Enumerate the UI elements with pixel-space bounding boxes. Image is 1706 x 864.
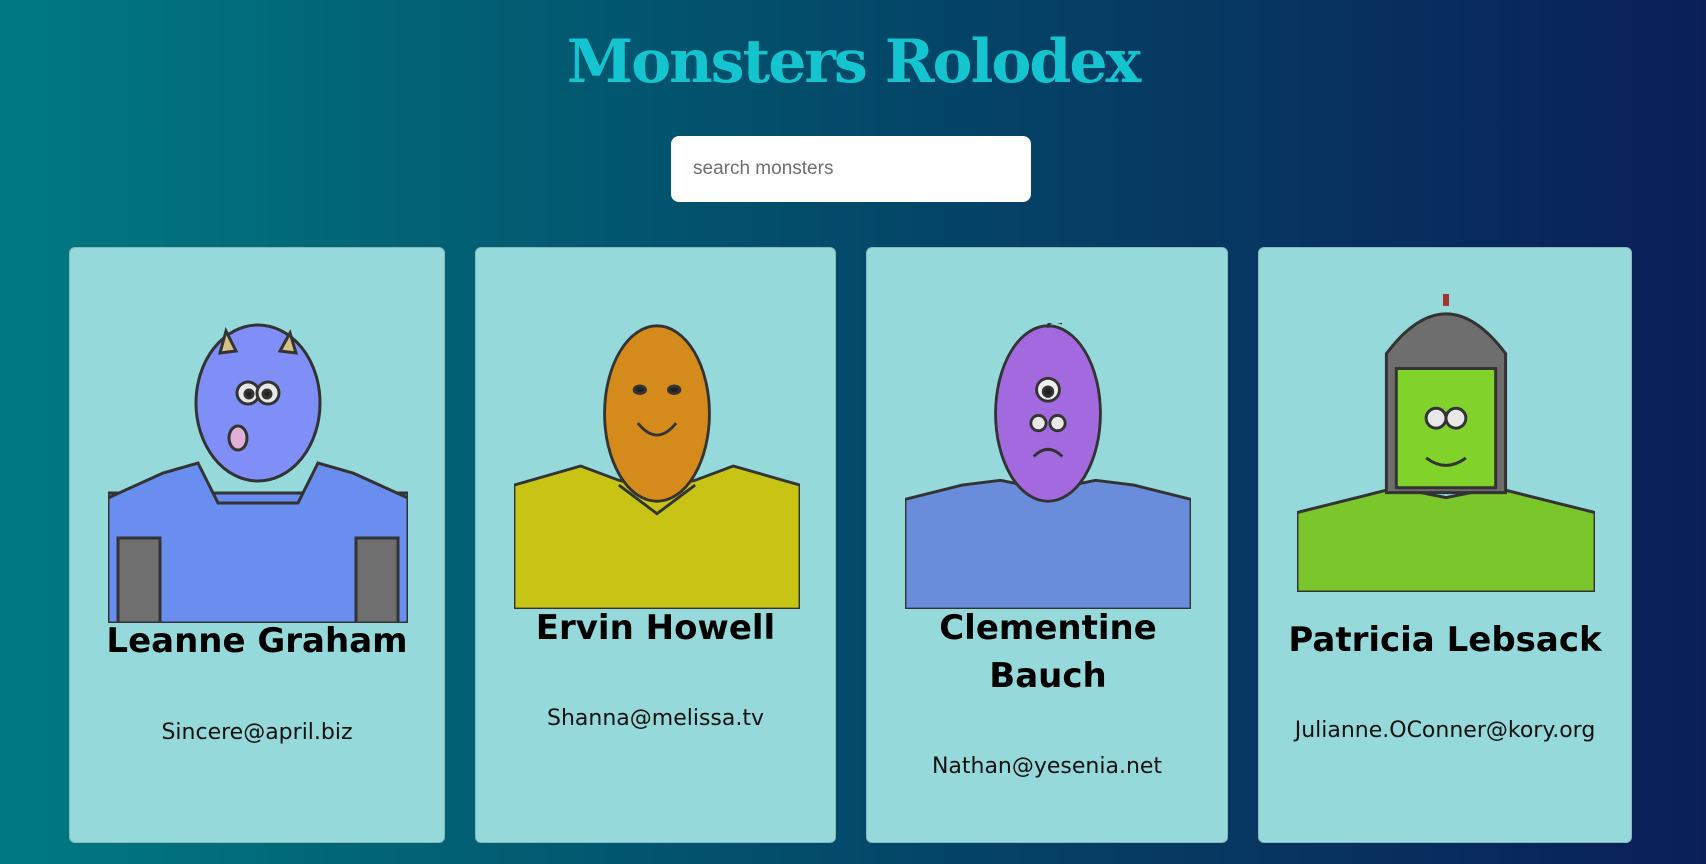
page-title: Monsters Rolodex <box>566 27 1142 97</box>
monster-email: Sincere@april.biz <box>161 720 353 745</box>
monster-card[interactable]: Patricia Lebsack Julianne.OConner@kory.o… <box>1258 247 1632 843</box>
search-input[interactable] <box>671 136 1031 202</box>
monster-avatar <box>1297 294 1595 592</box>
monster-name: Leanne Graham <box>106 621 408 661</box>
monster-avatar <box>905 323 1191 609</box>
monster-card[interactable]: Ervin Howell Shanna@melissa.tv <box>475 247 836 843</box>
monster-name: Patricia Lebsack <box>1288 620 1602 660</box>
monster-avatar <box>514 324 800 609</box>
monster-card[interactable]: Leanne Graham Sincere@april.biz <box>69 247 445 843</box>
monster-email: Julianne.OConner@kory.org <box>1294 718 1596 743</box>
monster-email: Shanna@melissa.tv <box>547 706 764 731</box>
monster-avatar <box>108 323 408 623</box>
monster-name: Clementine Bauch <box>939 608 1157 696</box>
monster-email: Nathan@yesenia.net <box>931 754 1163 779</box>
monster-name: Ervin Howell <box>535 608 776 648</box>
monster-card[interactable]: Clementine Bauch Nathan@yesenia.net <box>866 247 1228 843</box>
